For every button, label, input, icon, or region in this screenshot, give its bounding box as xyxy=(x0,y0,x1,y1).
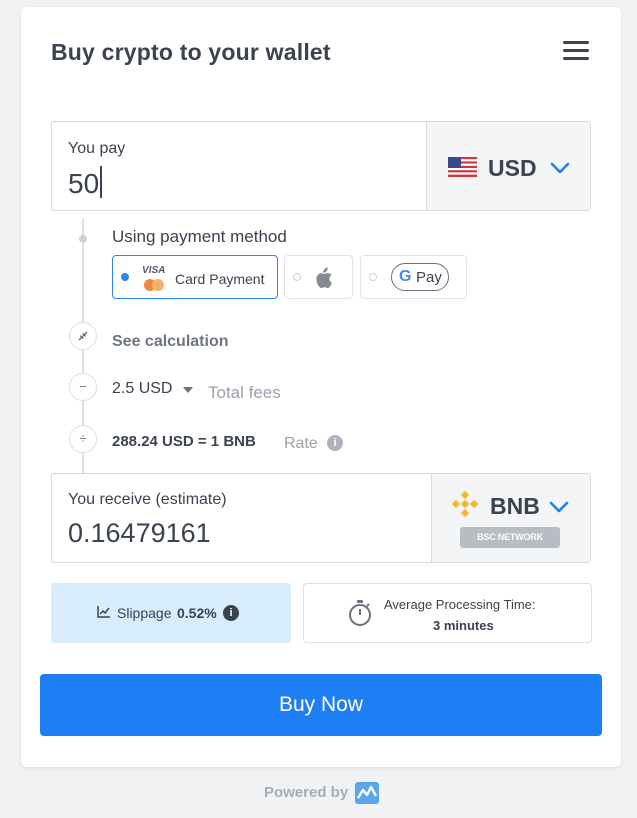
timeline-dot xyxy=(79,235,87,243)
minus-icon: − xyxy=(69,373,97,401)
card-icon xyxy=(144,279,164,291)
network-badge: BSC NETWORK xyxy=(460,527,560,548)
radio-unselected xyxy=(293,273,301,281)
slippage-label: Slippage xyxy=(117,605,172,621)
chart-line-icon xyxy=(97,606,110,618)
payment-option-google-pay[interactable]: G Pay xyxy=(360,255,467,299)
payment-method-label: Using payment method xyxy=(112,227,287,246)
card-payment-label: Card Payment xyxy=(175,271,265,287)
rate-value: 288.24 USD = 1 BNB xyxy=(112,433,256,450)
rate-label: Rate xyxy=(284,435,318,452)
receive-amount-value: 0.16479161 xyxy=(68,518,211,548)
payment-option-apple-pay[interactable] xyxy=(284,255,353,299)
receive-field: You receive (estimate) 0.16479161 BNB BS… xyxy=(51,473,591,563)
payment-option-card[interactable]: VISA Card Payment xyxy=(112,255,278,299)
page-title: Buy crypto to your wallet xyxy=(51,39,331,65)
processing-time-label: Average Processing Time: xyxy=(384,597,536,612)
radio-unselected xyxy=(369,273,377,281)
google-pay-text: Pay xyxy=(416,269,442,286)
pay-field: You pay 50 USD xyxy=(51,121,591,211)
collapse-arrows-icon[interactable] xyxy=(69,322,97,350)
caret-down-icon[interactable] xyxy=(183,387,193,393)
chevron-down-icon xyxy=(549,501,569,513)
google-pay-badge: G Pay xyxy=(391,263,449,291)
pay-label: You pay xyxy=(68,140,126,157)
provider-logo-icon[interactable] xyxy=(355,782,379,804)
pay-currency-select[interactable]: USD xyxy=(426,122,590,210)
slippage-value: 0.52% xyxy=(177,605,217,621)
processing-time-box: Average Processing Time: 3 minutes xyxy=(303,583,592,643)
total-fees-label: Total fees xyxy=(208,383,281,402)
processing-time-value: 3 minutes xyxy=(433,618,494,633)
us-flag-icon xyxy=(448,157,477,177)
rate-info-icon[interactable]: i xyxy=(327,435,343,451)
slippage-info-icon[interactable]: i xyxy=(223,605,239,621)
powered-by-text: Powered by xyxy=(264,784,349,801)
pay-amount-input[interactable]: 50 xyxy=(68,166,103,200)
receive-currency-code: BNB xyxy=(490,493,540,519)
see-calculation-link[interactable]: See calculation xyxy=(112,333,229,351)
stopwatch-icon xyxy=(349,600,371,626)
google-g-icon: G xyxy=(399,268,412,285)
buy-now-button[interactable]: Buy Now xyxy=(40,674,602,736)
receive-currency-select[interactable]: BNB BSC NETWORK xyxy=(431,474,590,562)
pay-amount-area[interactable]: You pay 50 xyxy=(52,122,428,210)
pay-currency-code: USD xyxy=(488,155,537,181)
receive-amount-area: You receive (estimate) 0.16479161 xyxy=(52,474,433,562)
chevron-down-icon xyxy=(550,162,570,174)
apple-icon xyxy=(316,267,332,289)
receive-label: You receive (estimate) xyxy=(68,491,227,508)
pay-amount-value: 50 xyxy=(68,168,100,199)
visa-brand-text: VISA xyxy=(142,265,166,276)
text-caret xyxy=(100,166,103,198)
hamburger-menu-icon[interactable] xyxy=(563,41,589,61)
fee-amount: 2.5 USD xyxy=(112,380,173,397)
slippage-box: Slippage 0.52% i xyxy=(51,583,291,643)
radio-selected xyxy=(121,273,129,281)
divide-icon: ÷ xyxy=(69,425,97,453)
bnb-icon xyxy=(452,491,478,517)
widget-card: Buy crypto to your wallet You pay 50 USD xyxy=(21,7,621,767)
